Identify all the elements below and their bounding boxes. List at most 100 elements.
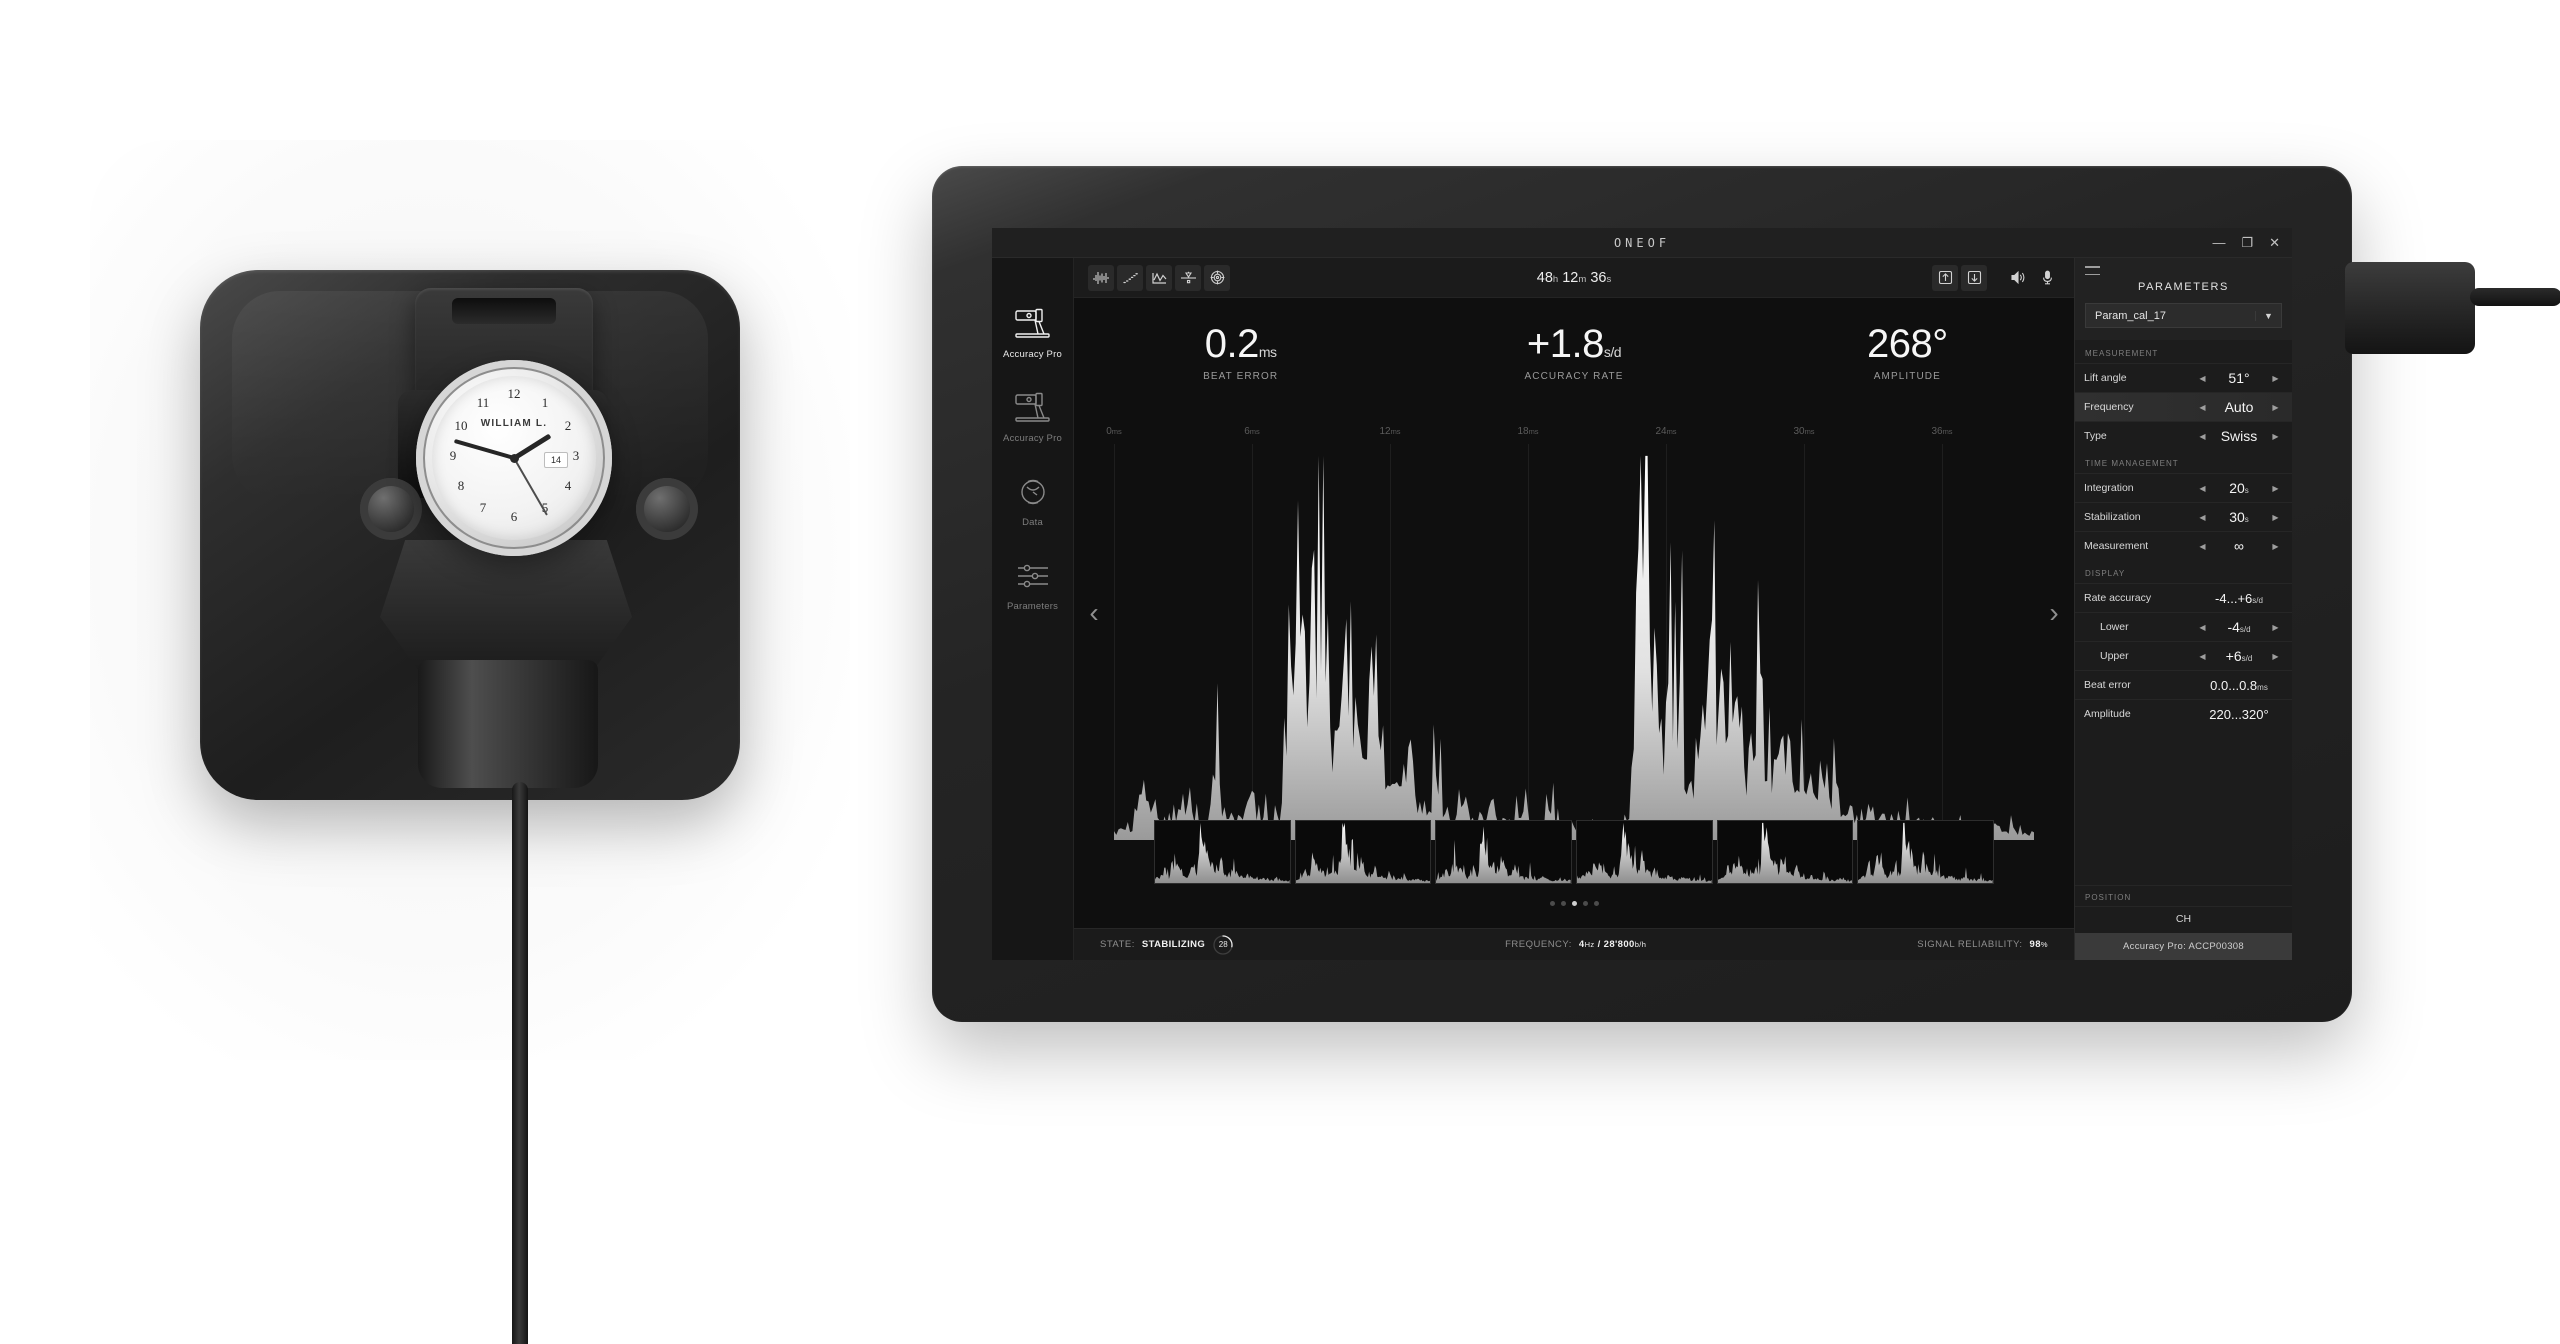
product-photo: WILLIAM L. 14 12 1 2 3 4 5 6 7 8 9 10 11 (60, 60, 880, 1344)
sidebar-item-data[interactable]: Data (994, 470, 1072, 528)
increment-button[interactable]: ▶ (2268, 513, 2283, 522)
parameter-value: 0.0...0.8ms (2210, 677, 2268, 693)
x-tick-label: 30ms (1793, 426, 1815, 437)
hour-marker-7: 7 (479, 500, 487, 515)
parameter-label: Frequency (2084, 401, 2134, 413)
increment-button[interactable]: ▶ (2268, 652, 2283, 661)
increment-button[interactable]: ▶ (2268, 542, 2283, 551)
waveform-icon[interactable] (1088, 264, 1114, 291)
state-value: STABILIZING (1141, 939, 1206, 950)
pagination-dot[interactable] (1571, 901, 1577, 906)
thumbnail-chart[interactable] (1576, 820, 1713, 884)
thumbnail-chart[interactable] (1294, 820, 1432, 884)
beat-crosshair-icon[interactable] (1175, 264, 1201, 291)
parameter-label: Lift angle (2084, 372, 2127, 384)
metric-amplitude: 268° AMPLITUDE (1741, 324, 2074, 382)
sidebar-item-parameters[interactable]: Parameters (994, 554, 1072, 612)
increment-button[interactable]: ▶ (2268, 432, 2283, 441)
frequency-value: 4Hz / 28'800b/h (1578, 939, 1647, 950)
hour-marker-6: 6 (510, 509, 518, 524)
decrement-button[interactable]: ◀ (2195, 542, 2210, 551)
increment-button[interactable]: ▶ (2268, 374, 2283, 383)
device-status-bar[interactable]: Accuracy Pro: ACCP00308 (2075, 933, 2292, 960)
hour-marker-8: 8 (457, 478, 465, 493)
increment-button[interactable]: ▶ (2268, 623, 2283, 632)
scatter-trace-icon[interactable] (1117, 264, 1143, 291)
parameter-value: 20s (2229, 480, 2249, 496)
sidebar-item-accuracy-pro-2[interactable]: Accuracy Pro (994, 386, 1072, 444)
hand-cap (509, 453, 519, 463)
pagination-dot[interactable] (1560, 901, 1566, 906)
toolbar: 48h 12m 36s (1074, 258, 2074, 298)
x-tick-label: 6ms (1244, 426, 1260, 437)
parameter-row[interactable]: Lower ◀ -4s/d ▶ (2075, 612, 2292, 641)
parameter-section-header: MEASUREMENT (2085, 349, 2159, 358)
parameter-row[interactable]: Integration ◀ 20s ▶ (2075, 473, 2292, 502)
prev-page-button[interactable]: ‹ (1080, 590, 1108, 636)
parameter-value: 51° (2228, 370, 2250, 386)
thumbnail-chart[interactable] (1716, 820, 1854, 884)
decrement-button[interactable]: ◀ (2195, 432, 2210, 441)
timegrapher-icon (994, 302, 1072, 346)
parameter-label: Measurement (2084, 540, 2149, 552)
parameter-row[interactable]: Lift angle ◀ 51° ▶ (2075, 363, 2292, 392)
sidebar: Accuracy Pro Accuracy Pro Data Parameter… (992, 258, 1074, 960)
thumbnail-chart[interactable] (1154, 820, 1291, 884)
upload-icon[interactable] (1932, 264, 1958, 291)
parameter-label: Integration (2084, 482, 2134, 494)
decrement-button[interactable]: ◀ (2195, 652, 2210, 661)
chevron-down-icon: ▼ (2255, 310, 2281, 321)
position-value[interactable]: CH (2075, 906, 2292, 933)
increment-button[interactable]: ▶ (2268, 403, 2283, 412)
parameter-row[interactable]: Type ◀ Swiss ▶ (2075, 421, 2292, 450)
maximize-icon[interactable]: ❐ (2241, 236, 2253, 249)
wristwatch: WILLIAM L. 14 12 1 2 3 4 5 6 7 8 9 10 11 (416, 360, 612, 556)
minimize-icon[interactable]: — (2212, 236, 2225, 249)
target-icon[interactable] (1204, 264, 1230, 291)
thumbnail-chart[interactable] (1435, 820, 1573, 884)
decrement-button[interactable]: ◀ (2195, 484, 2210, 493)
decrement-button[interactable]: ◀ (2195, 623, 2210, 632)
thumbnail-chart[interactable] (1857, 820, 1995, 884)
close-icon[interactable]: ✕ (2269, 236, 2280, 249)
pagination-dot[interactable] (1582, 901, 1588, 906)
pagination-dot[interactable] (1593, 901, 1599, 906)
status-state: STATE: STABILIZING 28 (1100, 934, 1234, 956)
pagination-dot[interactable] (1549, 901, 1555, 906)
parameter-value: 220...320° (2209, 706, 2269, 722)
x-tick-label: 0ms (1106, 426, 1122, 437)
sidebar-item-accuracy-pro-1[interactable]: Accuracy Pro (994, 302, 1072, 360)
timer-hours-unit: h (1552, 273, 1559, 285)
timer-hours: 48 (1536, 269, 1553, 286)
hour-marker-1: 1 (541, 395, 549, 410)
decrement-button[interactable]: ◀ (2195, 513, 2210, 522)
line-graph-icon[interactable] (1146, 264, 1172, 291)
download-icon[interactable] (1961, 264, 1987, 291)
parameter-row: Beat error 0.0...0.8ms (2075, 670, 2292, 699)
preset-select[interactable]: Param_cal_17 ▼ (2085, 303, 2282, 328)
reliability-value: 98% (2029, 939, 2048, 950)
status-frequency: FREQUENCY: 4Hz / 28'800b/h (1234, 939, 1917, 950)
metric-caption: BEAT ERROR (1203, 371, 1279, 382)
parameter-label: Rate accuracy (2084, 592, 2152, 604)
menu-icon[interactable] (2085, 266, 2100, 275)
decrement-button[interactable]: ◀ (2195, 403, 2210, 412)
hour-marker-11: 11 (476, 395, 490, 410)
parameter-row[interactable]: Stabilization ◀ 30s ▶ (2075, 502, 2292, 531)
parameters-panel: PARAMETERS Param_cal_17 ▼ MEASUREMENT Lif… (2074, 258, 2292, 960)
base-cylinder (418, 660, 598, 788)
decrement-button[interactable]: ◀ (2195, 374, 2210, 383)
parameter-row[interactable]: Measurement ◀ ∞ ▶ (2075, 531, 2292, 560)
parameters-title: PARAMETERS (2138, 281, 2229, 293)
increment-button[interactable]: ▶ (2268, 484, 2283, 493)
next-page-button[interactable]: › (2040, 590, 2068, 636)
speaker-icon[interactable] (2005, 265, 2031, 291)
metric-value: 0.2ms (1204, 322, 1277, 366)
toolbar-right-group (1932, 264, 2060, 291)
parameter-row[interactable]: Upper ◀ +6s/d ▶ (2075, 641, 2292, 670)
metric-caption: ACCURACY RATE (1524, 371, 1624, 382)
microphone-icon[interactable] (2034, 265, 2060, 291)
parameter-label: Beat error (2084, 679, 2131, 691)
parameter-row[interactable]: Frequency ◀ Auto ▶ (2075, 392, 2292, 421)
x-tick-label: 12ms (1379, 426, 1401, 437)
